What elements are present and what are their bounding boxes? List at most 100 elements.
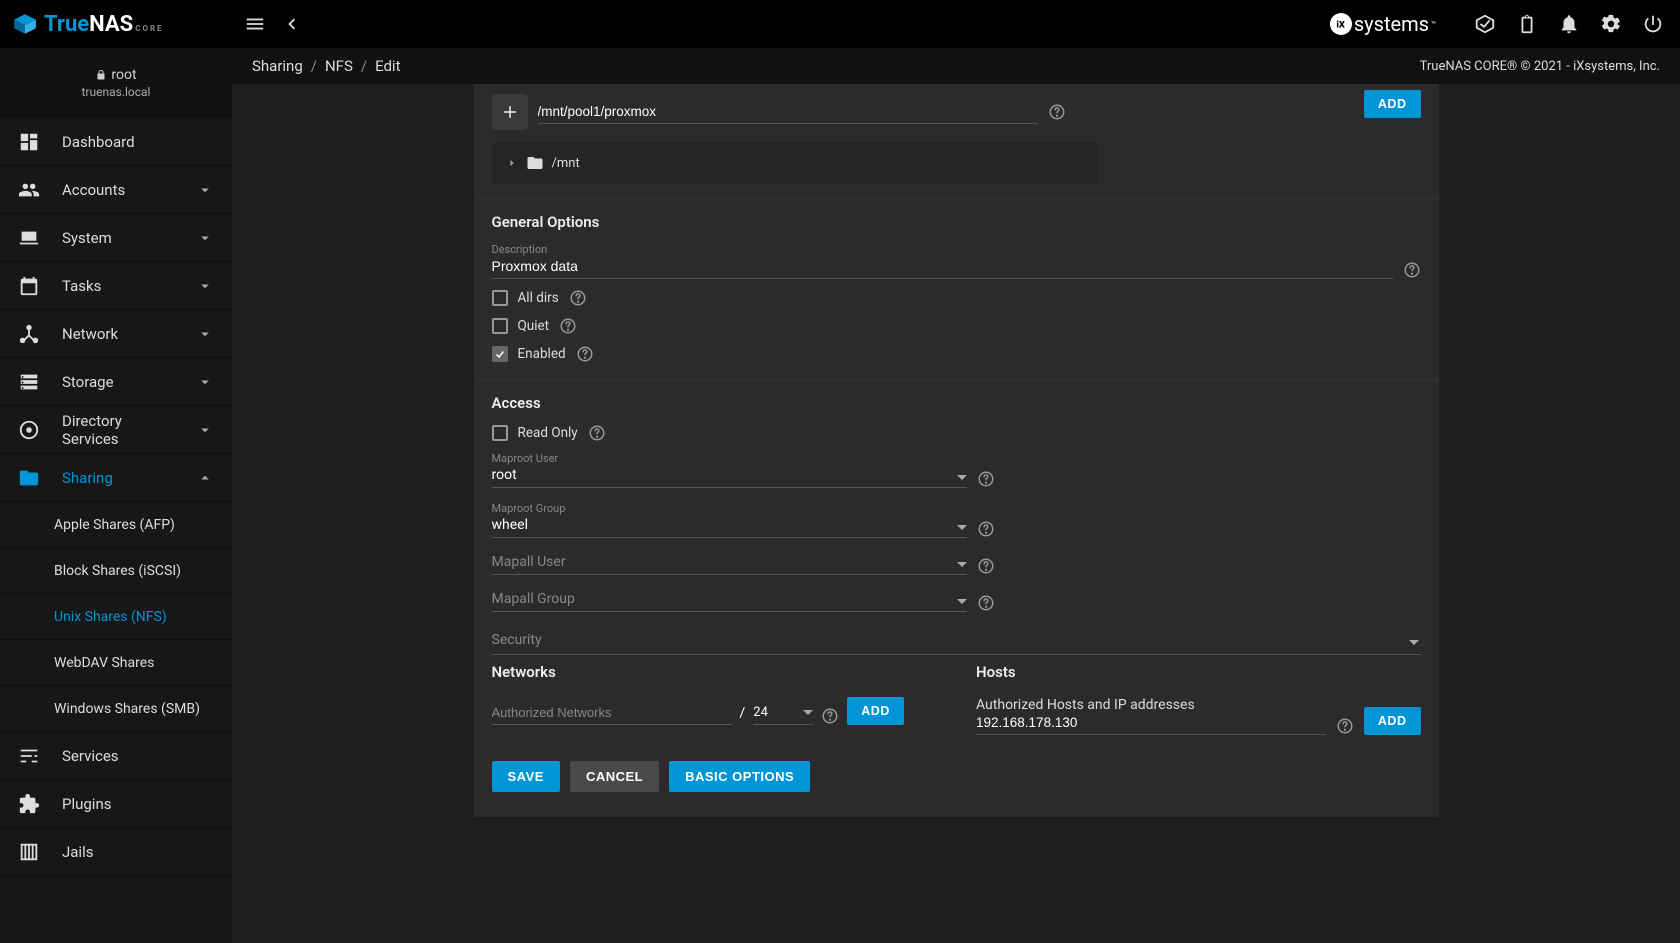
basic-options-button[interactable]: BASIC OPTIONS (669, 761, 810, 792)
ixsystems-text: systems (1354, 12, 1429, 36)
laptop-icon (18, 227, 40, 249)
netmask-select[interactable]: 24 (753, 701, 813, 725)
sidebar-sub-nfs[interactable]: Unix Shares (NFS) (0, 594, 232, 640)
help-icon[interactable] (977, 470, 995, 488)
sidebar-item-system[interactable]: System (0, 214, 232, 262)
svg-text:iX: iX (1336, 19, 1345, 30)
gear-icon[interactable] (1600, 13, 1622, 35)
alldirs-checkbox[interactable] (492, 290, 508, 306)
chevron-down-icon (196, 229, 214, 247)
sidebar-item-plugins[interactable]: Plugins (0, 780, 232, 828)
sidebar-sub-iscsi[interactable]: Block Shares (iSCSI) (0, 548, 232, 594)
section-general-title: General Options (492, 213, 1421, 231)
menu-icon[interactable] (244, 13, 266, 35)
mapall-group-select[interactable]: Mapall Group (492, 589, 967, 612)
help-icon[interactable] (588, 424, 606, 442)
logo[interactable]: TrueNASCORE (12, 11, 164, 37)
sidebar-item-label: Plugins (62, 795, 214, 813)
enabled-checkbox[interactable] (492, 346, 508, 362)
logo-true: True (44, 12, 89, 37)
breadcrumb-sep: / (311, 57, 317, 75)
maproot-user-select[interactable]: Maproot User root (492, 452, 967, 488)
add-path-button[interactable]: ADD (1364, 90, 1421, 118)
help-icon[interactable] (576, 345, 594, 363)
sidebar-item-sharing[interactable]: Sharing (0, 454, 232, 502)
sidebar-sub-webdav[interactable]: WebDAV Shares (0, 640, 232, 686)
mapall-user-placeholder: Mapall User (492, 552, 967, 575)
readonly-checkbox[interactable] (492, 425, 508, 441)
enabled-label: Enabled (518, 346, 566, 362)
save-button[interactable]: SAVE (492, 761, 560, 792)
hosts-input[interactable] (976, 713, 1326, 735)
sidebar-item-label: Tasks (62, 277, 174, 295)
readonly-label: Read Only (518, 425, 578, 441)
help-icon[interactable] (821, 707, 839, 725)
copyright: TrueNAS CORE® © 2021 - iXsystems, Inc. (1420, 59, 1660, 74)
quiet-checkbox[interactable] (492, 318, 508, 334)
help-icon[interactable] (977, 520, 995, 538)
tune-icon (18, 745, 40, 767)
authorized-networks-input[interactable] (492, 701, 732, 725)
help-icon[interactable] (1403, 261, 1421, 279)
tm: ™ (1431, 20, 1436, 29)
help-icon[interactable] (977, 557, 995, 575)
hosts-label: Authorized Hosts and IP addresses (976, 697, 1326, 713)
sidebar-sub-afp[interactable]: Apple Shares (AFP) (0, 502, 232, 548)
help-icon[interactable] (559, 317, 577, 335)
extension-icon (18, 793, 40, 815)
sidebar-item-label: System (62, 229, 174, 247)
sidebar-item-storage[interactable]: Storage (0, 358, 232, 406)
sidebar-sub-smb[interactable]: Windows Shares (SMB) (0, 686, 232, 732)
jail-icon (18, 841, 40, 863)
sidebar-item-network[interactable]: Network (0, 310, 232, 358)
maproot-group-select[interactable]: Maproot Group wheel (492, 502, 967, 538)
description-input[interactable] (492, 256, 1393, 279)
truecommand-icon[interactable] (1474, 13, 1496, 35)
help-icon[interactable] (569, 289, 587, 307)
folder-plus-button[interactable] (492, 94, 528, 130)
sidebar-item-dashboard[interactable]: Dashboard (0, 118, 232, 166)
sidebar-item-accounts[interactable]: Accounts (0, 166, 232, 214)
folder-icon (526, 154, 544, 172)
maproot-user-value: root (492, 465, 967, 488)
folder-tree[interactable]: /mnt (492, 142, 1098, 184)
add-host-button[interactable]: ADD (1364, 707, 1421, 735)
maproot-user-label: Maproot User (492, 452, 967, 465)
user-name: root (111, 67, 136, 83)
lock-icon (95, 69, 107, 81)
maproot-group-value: wheel (492, 515, 967, 538)
add-network-button[interactable]: ADD (847, 697, 904, 725)
mapall-group-placeholder: Mapall Group (492, 589, 967, 612)
breadcrumb-nfs[interactable]: NFS (325, 57, 353, 75)
breadcrumb-sharing[interactable]: Sharing (252, 57, 303, 75)
chevron-down-icon (196, 181, 214, 199)
help-icon[interactable] (1336, 717, 1354, 735)
sidebar-item-directory-services[interactable]: Directory Services (0, 406, 232, 454)
help-icon[interactable] (1048, 103, 1066, 121)
breadcrumb-edit[interactable]: Edit (375, 57, 400, 75)
network-icon (18, 323, 40, 345)
back-chevron-icon[interactable] (280, 13, 302, 35)
clipboard-icon[interactable] (1516, 13, 1538, 35)
accounts-icon (18, 179, 40, 201)
help-icon[interactable] (977, 594, 995, 612)
bell-icon[interactable] (1558, 13, 1580, 35)
caret-right-icon (506, 157, 518, 169)
mapall-user-select[interactable]: Mapall User (492, 552, 967, 575)
sidebar-item-jails[interactable]: Jails (0, 828, 232, 876)
sidebar-item-label: Jails (62, 843, 214, 861)
netmask-value: 24 (753, 705, 768, 720)
sidebar-item-tasks[interactable]: Tasks (0, 262, 232, 310)
sidebar-item-services[interactable]: Services (0, 732, 232, 780)
cancel-button[interactable]: CANCEL (570, 761, 659, 792)
chevron-up-icon (196, 469, 214, 487)
security-select[interactable]: Security (492, 626, 1421, 655)
description-label: Description (492, 243, 1393, 256)
chevron-down-icon (196, 373, 214, 391)
path-input[interactable] (538, 100, 1038, 124)
chevron-down-icon (196, 325, 214, 343)
networks-title: Networks (492, 663, 937, 681)
power-icon[interactable] (1642, 13, 1664, 35)
sidebar-item-label: Network (62, 325, 174, 343)
ixsystems-logo[interactable]: iX systems™ (1330, 12, 1436, 36)
